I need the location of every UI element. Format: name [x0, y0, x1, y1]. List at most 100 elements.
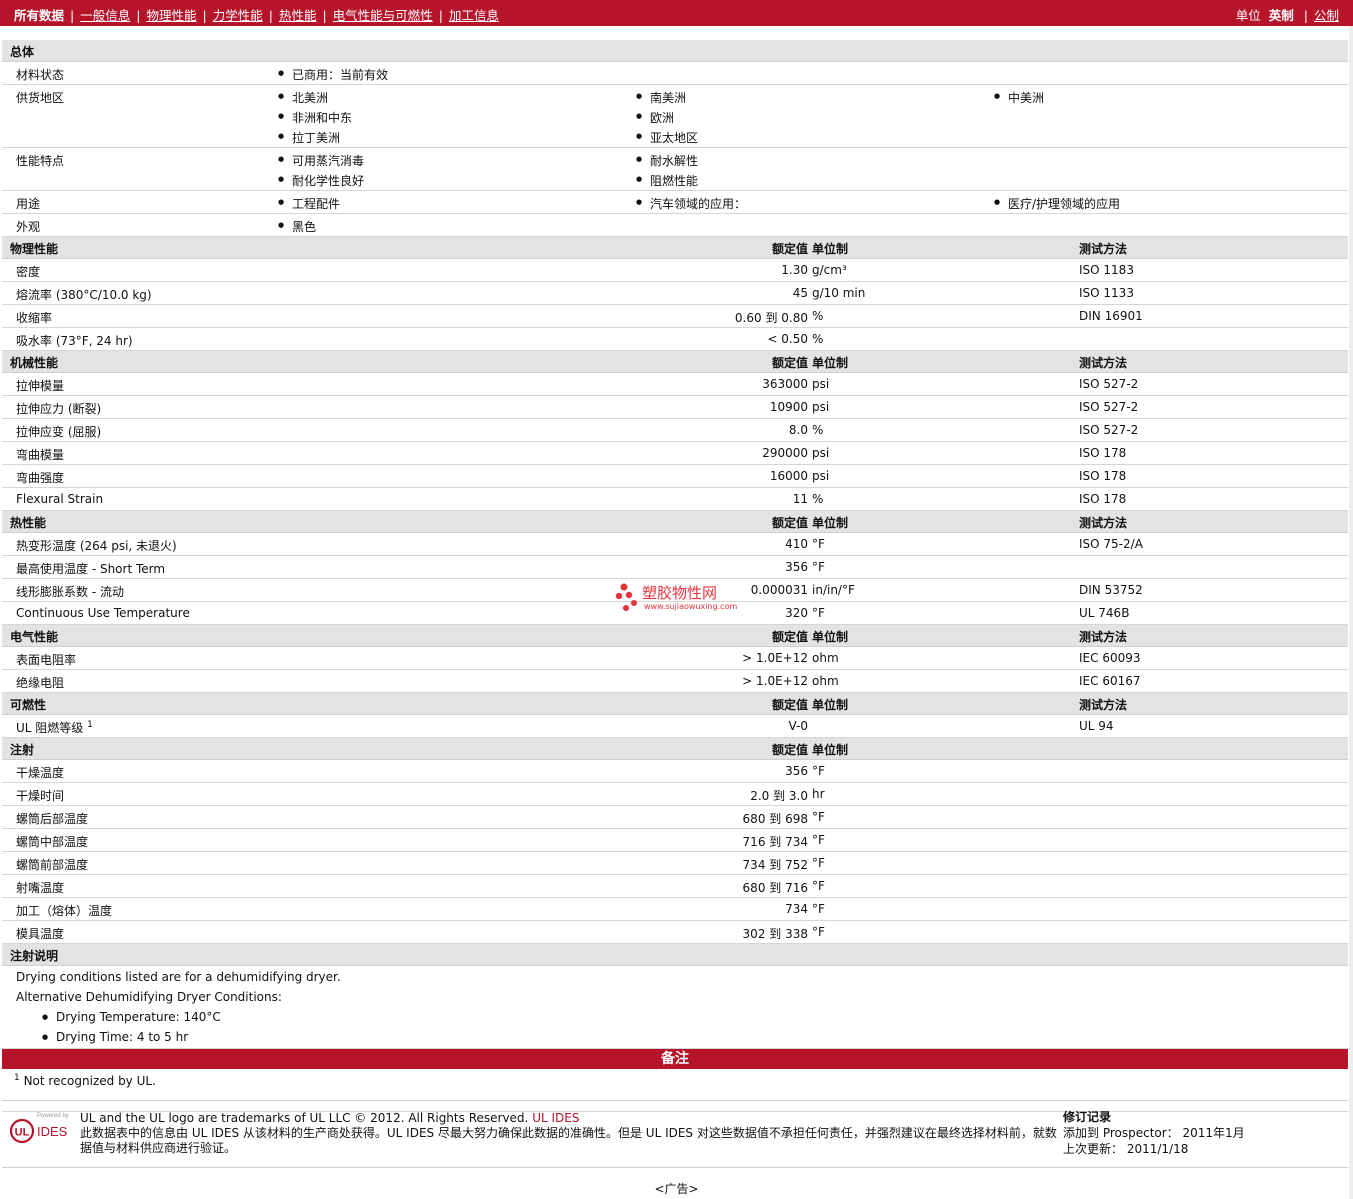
row-unit: ohm: [812, 674, 839, 688]
table-row: 密度 1.30 g/cm³ ISO 1183: [2, 259, 1348, 282]
col-header-unit: 单位制: [812, 356, 849, 370]
row-label: 熔流率 (380°C/10.0 kg): [16, 288, 152, 302]
section-title: 注射: [10, 743, 35, 757]
table-row: 拉伸应力 (断裂) 10900 psi ISO 527-2: [2, 396, 1348, 419]
ad-label: <广告>: [654, 1182, 699, 1196]
col-header-unit: 单位制: [812, 516, 849, 530]
row-unit: %: [812, 492, 824, 506]
section-title: 热性能: [10, 516, 47, 530]
unit-metric-link[interactable]: 公制: [1314, 8, 1339, 23]
table-row: UL 阻燃等级 1 V-0 UL 94: [2, 715, 1348, 738]
list-item: 亚太地区: [636, 129, 698, 146]
nav-electrical[interactable]: 电气性能与可燃性: [333, 8, 433, 23]
unit-english: 英制: [1268, 8, 1294, 23]
nav-processing[interactable]: 加工信息: [449, 8, 499, 23]
row-value: 45: [792, 286, 808, 300]
nav-all-data[interactable]: 所有数据: [14, 5, 64, 24]
list-item: 可用蒸汽消毒: [278, 152, 364, 169]
table-row: 拉伸应变 (屈服) 8.0% ISO 527-2: [2, 419, 1348, 442]
row-value: 290000: [762, 446, 808, 460]
section-physical-header: 物理性能 额定值 单位制 测试方法: [2, 237, 1348, 259]
row-value: 716 到 734: [742, 835, 808, 849]
list-item: 欧洲: [636, 109, 674, 126]
row-value: 734 到 752: [742, 858, 808, 872]
table-row: 吸水率 (73°F, 24 hr) < 0.50%: [2, 328, 1348, 351]
row-label: 热变形温度 (264 psi, 未退火): [16, 539, 177, 553]
row-method: ISO 178: [1079, 446, 1127, 460]
row-label: 性能特点: [16, 154, 65, 168]
table-row: 拉伸模量 363000 psi ISO 527-2: [2, 373, 1348, 396]
trademark-text: UL and the UL logo are trademarks of UL …: [80, 1111, 529, 1125]
row-method: ISO 178: [1079, 469, 1127, 483]
row-unit: psi: [812, 446, 830, 460]
row-uses: 用途 工程配件 汽车领域的应用： 医疗/护理领域的应用: [2, 191, 1348, 214]
row-method: ISO 1183: [1079, 263, 1134, 277]
table-row: 弯曲模量 290000 psi ISO 178: [2, 442, 1348, 465]
nav-physical[interactable]: 物理性能: [146, 8, 196, 23]
row-label: 螺筒后部温度: [16, 812, 89, 826]
row-value: 16000: [769, 469, 808, 483]
col-header-unit: 单位制: [812, 630, 849, 644]
row-value: 356: [785, 764, 808, 778]
disclaimer-text: 此数据表中的信息由 UL IDES 从该材料的生产商处获得。UL IDES 尽最…: [80, 1126, 1057, 1155]
list-item: 阻燃性能: [636, 172, 698, 189]
section-mechanical-header: 机械性能 额定值 单位制 测试方法: [2, 351, 1348, 373]
nav-mechanical[interactable]: 力学性能: [213, 8, 263, 23]
section-nav: 所有数据 | 一般信息 | 物理性能 | 力学性能 | 热性能 | 电气性能与可燃性 | 加工信息: [14, 5, 499, 24]
section-title: 机械性能: [10, 356, 59, 370]
row-label: 拉伸应力 (断裂): [16, 402, 102, 416]
ul-ides-link[interactable]: UL IDES: [532, 1111, 579, 1125]
unit-switcher: 单位 英制 | 公制: [1235, 8, 1339, 23]
row-unit: °F: [812, 810, 825, 824]
revision-updated: 上次更新： 2011/1/18: [1063, 1142, 1189, 1156]
watermark-url: www.sujiaowuxing.com: [644, 602, 738, 611]
row-method: ISO 527-2: [1079, 400, 1139, 414]
footnote-ref: 1: [87, 720, 93, 730]
list-item: 非洲和中东: [278, 109, 352, 126]
row-method: ISO 1133: [1079, 286, 1134, 300]
col-header-method: 测试方法: [1079, 630, 1128, 644]
list-item: 工程配件: [278, 195, 340, 212]
row-value: 356: [785, 560, 808, 574]
col-header-value: 额定值: [771, 242, 808, 256]
row-value: > 1.0E+12: [742, 651, 808, 665]
footer: UL Powered by IDES UL and the UL logo ar…: [2, 1100, 1348, 1168]
col-header-value: 额定值: [771, 698, 808, 712]
footnote-text: Not recognized by UL.: [23, 1074, 156, 1088]
table-row: 干燥温度 356 °F: [2, 760, 1348, 783]
table-row: 表面电阻率 > 1.0E+12 ohm IEC 60093: [2, 647, 1348, 670]
list-item: 南美洲: [636, 89, 686, 106]
col-header-method: 测试方法: [1079, 516, 1128, 530]
row-unit: g/10 min: [812, 286, 866, 300]
row-value: 2.0 到 3.0: [750, 789, 808, 803]
row-label: 干燥时间: [16, 789, 65, 803]
row-unit: °F: [812, 925, 825, 939]
row-label: 供货地区: [16, 91, 65, 105]
units-label: 单位: [1235, 8, 1261, 23]
row-unit: °F: [812, 833, 825, 847]
table-row: 螺筒前部温度 734 到 752 °F: [2, 852, 1348, 875]
nav-general[interactable]: 一般信息: [80, 8, 130, 23]
col-header-unit: 单位制: [812, 698, 849, 712]
row-material-status: 材料状态 已商用：当前有效: [2, 62, 1348, 85]
row-label: 材料状态: [16, 68, 65, 82]
row-value: 734: [785, 902, 808, 916]
row-label: 干燥温度: [16, 766, 65, 780]
row-value: 11: [792, 492, 808, 506]
row-unit: in/in/°F: [812, 583, 855, 597]
injection-notes: Drying conditions listed are for a dehum…: [2, 966, 1348, 1049]
list-item: 耐化学性良好: [278, 172, 364, 189]
row-label: 用途: [16, 197, 41, 211]
table-row: 加工（熔体）温度 734 °F: [2, 898, 1348, 921]
nav-thermal[interactable]: 热性能: [279, 8, 317, 23]
list-item: 黑色: [278, 218, 316, 235]
row-label: 外观: [16, 220, 41, 234]
col-header-method: 测试方法: [1079, 698, 1128, 712]
scrollbar[interactable]: [1349, 26, 1353, 1199]
watermark: 塑胶物性网 www.sujiaowuxing.com: [614, 582, 744, 616]
row-method: DIN 53752: [1079, 583, 1143, 597]
table-row: 绝缘电阻 > 1.0E+12 ohm IEC 60167: [2, 670, 1348, 693]
revision-added: 添加到 Prospector： 2011年1月: [1063, 1126, 1245, 1140]
row-unit: °F: [812, 902, 825, 916]
table-row: 热变形温度 (264 psi, 未退火) 410 °F ISO 75-2/A: [2, 533, 1348, 556]
